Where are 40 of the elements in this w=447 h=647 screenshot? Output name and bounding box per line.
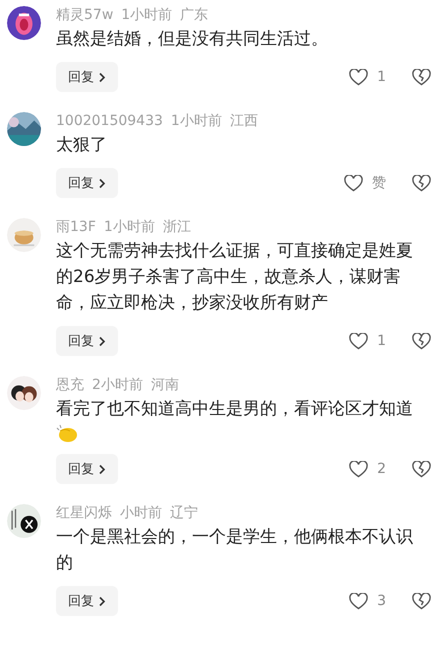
comment-text: 这个无需劳神去找什么证据，可直接确定是姓夏的26岁男子杀害了高中生，故意杀人，谋财害命，应立即枪决，抄家没收所有财产: [56, 240, 414, 315]
broken-heart-icon[interactable]: [412, 460, 431, 478]
like-count: 1: [377, 69, 386, 85]
comment-region: 辽宁: [170, 504, 198, 522]
comment-time: 1小时前: [170, 112, 222, 130]
comment-region: 河南: [150, 376, 179, 394]
heart-icon[interactable]: [349, 460, 368, 478]
chevron-icon: [98, 72, 106, 82]
comment-text: 太狠了: [56, 134, 108, 157]
broken-heart-icon[interactable]: [412, 174, 431, 192]
comment-text: 看完了也不知道高中生是男的，看评论区才知道: [56, 398, 414, 421]
comment-time: 1小时前: [104, 218, 155, 236]
chevron-icon: [98, 596, 106, 606]
like-count: 3: [377, 593, 386, 609]
heart-icon[interactable]: [349, 68, 368, 86]
like-count: 赞: [372, 174, 386, 192]
comment-time: 2小时前: [92, 376, 143, 394]
comment-region: 广东: [180, 6, 208, 24]
broken-heart-icon[interactable]: [412, 332, 431, 350]
heart-icon[interactable]: [344, 174, 363, 192]
broken-heart-icon[interactable]: [412, 592, 431, 610]
like-count: 1: [377, 333, 386, 349]
comment-text: 一个是黑社会的，一个是学生，他俩根本不认识的: [56, 526, 414, 575]
like-count: 2: [377, 461, 386, 477]
heart-icon[interactable]: [349, 332, 368, 350]
reply-button[interactable]: 回复: [56, 454, 118, 484]
comment-text: 虽然是结婚，但是没有共同生活过。: [56, 28, 329, 51]
comment-region: 江西: [230, 112, 258, 130]
comment-time: 小时前: [120, 504, 162, 522]
reply-button[interactable]: 回复: [56, 62, 118, 92]
comment-time: 1小时前: [121, 6, 172, 24]
chevron-icon: [98, 336, 106, 346]
reply-button[interactable]: 回复: [56, 326, 118, 356]
chevron-icon: [98, 178, 106, 188]
chevron-icon: [98, 464, 106, 474]
heart-icon[interactable]: [349, 592, 368, 610]
reply-button[interactable]: 回复: [56, 586, 118, 616]
broken-heart-icon[interactable]: [412, 68, 431, 86]
comment-region: 浙江: [162, 218, 191, 236]
reply-button[interactable]: 回复: [56, 168, 118, 198]
